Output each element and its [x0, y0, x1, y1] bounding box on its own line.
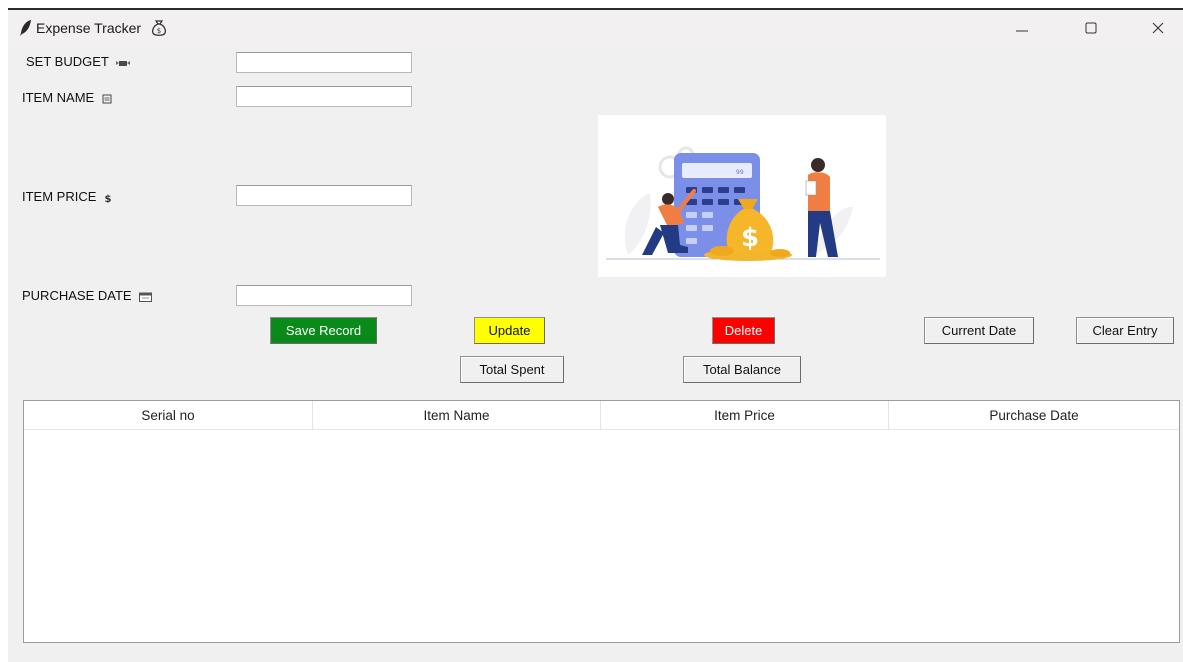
calculator-display-text: 99 — [736, 169, 744, 176]
column-header-purchase-date[interactable]: Purchase Date — [889, 401, 1179, 429]
save-record-button[interactable]: Save Record — [270, 317, 377, 344]
item-name-input[interactable] — [236, 86, 412, 107]
purchase-date-label-text: PURCHASE DATE — [22, 288, 132, 303]
delete-button[interactable]: Delete — [712, 317, 775, 344]
money-wings-icon — [116, 60, 131, 66]
item-price-input[interactable] — [236, 185, 412, 206]
feather-icon — [20, 20, 31, 36]
budget-calculator-illustration: 99 $ — [598, 115, 886, 277]
item-price-label: ITEM PRICE $ — [22, 189, 112, 204]
maximize-icon — [1085, 22, 1097, 34]
set-budget-label-text: SET BUDGET — [26, 54, 109, 69]
purchase-date-label: PURCHASE DATE — [22, 288, 153, 303]
column-header-item-price[interactable]: Item Price — [601, 401, 889, 429]
minimize-icon — [1016, 30, 1028, 32]
close-button[interactable] — [1135, 12, 1181, 44]
svg-text:$: $ — [741, 223, 759, 253]
dollar-icon: $ — [105, 194, 112, 203]
svg-text:$: $ — [157, 27, 161, 35]
column-header-serial-no[interactable]: Serial no — [24, 401, 313, 429]
item-name-label: ITEM NAME — [22, 90, 112, 105]
item-name-label-text: ITEM NAME — [22, 90, 95, 105]
expense-table[interactable]: Serial no Item Name Item Price Purchase … — [23, 400, 1180, 643]
total-balance-button[interactable]: Total Balance — [683, 356, 801, 383]
table-body — [24, 430, 1179, 642]
title-bar: Expense Tracker $ — [8, 10, 1183, 46]
current-date-button[interactable]: Current Date — [924, 317, 1034, 344]
window-title: Expense Tracker — [36, 20, 142, 36]
total-spent-button[interactable]: Total Spent — [460, 356, 564, 383]
purchase-date-input[interactable] — [236, 285, 412, 306]
svg-text:$: $ — [105, 194, 112, 203]
minimize-button[interactable] — [999, 12, 1045, 44]
maximize-button[interactable] — [1068, 12, 1114, 44]
money-bag-icon: $ — [152, 20, 166, 36]
set-budget-label: SET BUDGET — [26, 54, 131, 69]
close-icon — [1152, 22, 1164, 34]
column-header-item-name[interactable]: Item Name — [313, 401, 601, 429]
calendar-icon — [139, 292, 153, 302]
table-header: Serial no Item Name Item Price Purchase … — [24, 401, 1179, 430]
update-button[interactable]: Update — [474, 317, 545, 344]
budget-input[interactable] — [236, 52, 412, 73]
item-price-label-text: ITEM PRICE — [22, 189, 97, 204]
notepad-icon — [102, 94, 112, 104]
clear-entry-button[interactable]: Clear Entry — [1076, 317, 1174, 344]
app-window: Expense Tracker $ SET BUDGET ITEM NAME I… — [8, 8, 1183, 662]
